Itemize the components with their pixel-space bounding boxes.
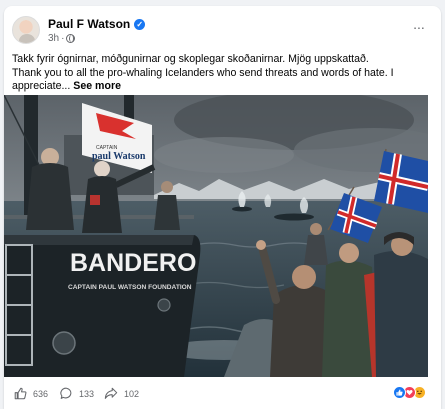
crew-body <box>26 163 74 230</box>
photo-illustration: BANDERO CAPTAIN PAUL WATSON FOUNDATION C… <box>4 95 428 377</box>
share-button[interactable]: 102 <box>104 387 139 400</box>
whale <box>232 206 252 212</box>
author-name[interactable]: Paul F Watson <box>48 17 130 31</box>
post-card: Paul F Watson ✓ 3h · ... Takk fyrir ógni… <box>4 6 441 409</box>
post-footer: 636 133 102 <box>4 378 441 409</box>
protester-body <box>374 250 428 377</box>
protester-body <box>304 235 328 265</box>
comment-icon <box>60 387 72 399</box>
post-time[interactable]: 3h <box>48 33 59 44</box>
boat-name: BANDERO <box>70 249 196 277</box>
thumbs-up-icon <box>14 387 27 400</box>
captain-patch <box>90 195 100 205</box>
more-options-button[interactable]: ... <box>409 17 429 36</box>
captain-head <box>94 161 110 177</box>
protester-fist <box>256 240 266 250</box>
protester-head <box>310 223 322 235</box>
boat-subtitle: CAPTAIN PAUL WATSON FOUNDATION <box>68 284 192 291</box>
post-meta: 3h · <box>48 33 76 44</box>
share-icon <box>104 387 118 399</box>
verified-badge-icon: ✓ <box>134 18 146 30</box>
crew-head <box>161 181 173 193</box>
post-text-icelandic: Takk fyrir ógnirnar, móðgunirnar og skop… <box>12 53 369 65</box>
porthole <box>157 298 171 312</box>
protester-head <box>292 265 316 289</box>
banner-name-text: paul Watson <box>92 151 146 162</box>
cloud <box>154 137 294 173</box>
avatar[interactable] <box>12 16 40 44</box>
ship-rail <box>4 235 194 245</box>
protester-head <box>339 243 359 263</box>
like-reaction-icon <box>393 386 406 399</box>
comment-button[interactable]: 133 <box>60 387 94 400</box>
reactions-summary[interactable] <box>393 386 427 400</box>
post-header: Paul F Watson ✓ 3h · ... <box>12 16 433 48</box>
share-count: 102 <box>124 388 140 399</box>
post-photo[interactable]: BANDERO CAPTAIN PAUL WATSON FOUNDATION C… <box>4 95 428 377</box>
crew-body <box>154 195 180 230</box>
whale <box>274 213 314 221</box>
post-text-english: Thank you to all the pro-whaling Iceland… <box>12 66 394 93</box>
post-text: Takk fyrir ógnirnar, móðgunirnar og skop… <box>12 53 431 94</box>
like-count: 636 <box>33 388 49 399</box>
like-button[interactable]: 636 <box>14 387 48 400</box>
porthole <box>52 331 76 355</box>
see-more-link[interactable]: See more <box>73 80 121 92</box>
globe-icon <box>66 34 76 43</box>
author-row: Paul F Watson ✓ <box>48 17 146 31</box>
comment-count: 133 <box>79 388 95 399</box>
